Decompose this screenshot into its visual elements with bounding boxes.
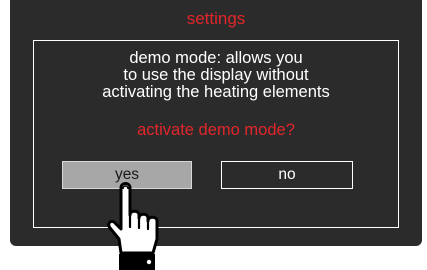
dialog-message-line-3: activating the heating elements (102, 83, 330, 101)
display-screen: settings demo mode: allows you to use th… (10, 0, 422, 246)
canvas: settings demo mode: allows you to use th… (0, 0, 427, 270)
demo-mode-dialog: demo mode: allows you to use the display… (33, 40, 399, 228)
screen-title: settings (186, 9, 246, 28)
pointing-hand-icon (107, 182, 159, 270)
dialog-message-line-2: to use the display without (123, 66, 309, 84)
no-button[interactable]: no (221, 161, 353, 189)
dialog-message: demo mode: allows you to use the display… (40, 50, 392, 101)
dialog-message-line-1: demo mode: allows you (129, 49, 303, 67)
dialog-question: activate demo mode? (137, 121, 295, 139)
